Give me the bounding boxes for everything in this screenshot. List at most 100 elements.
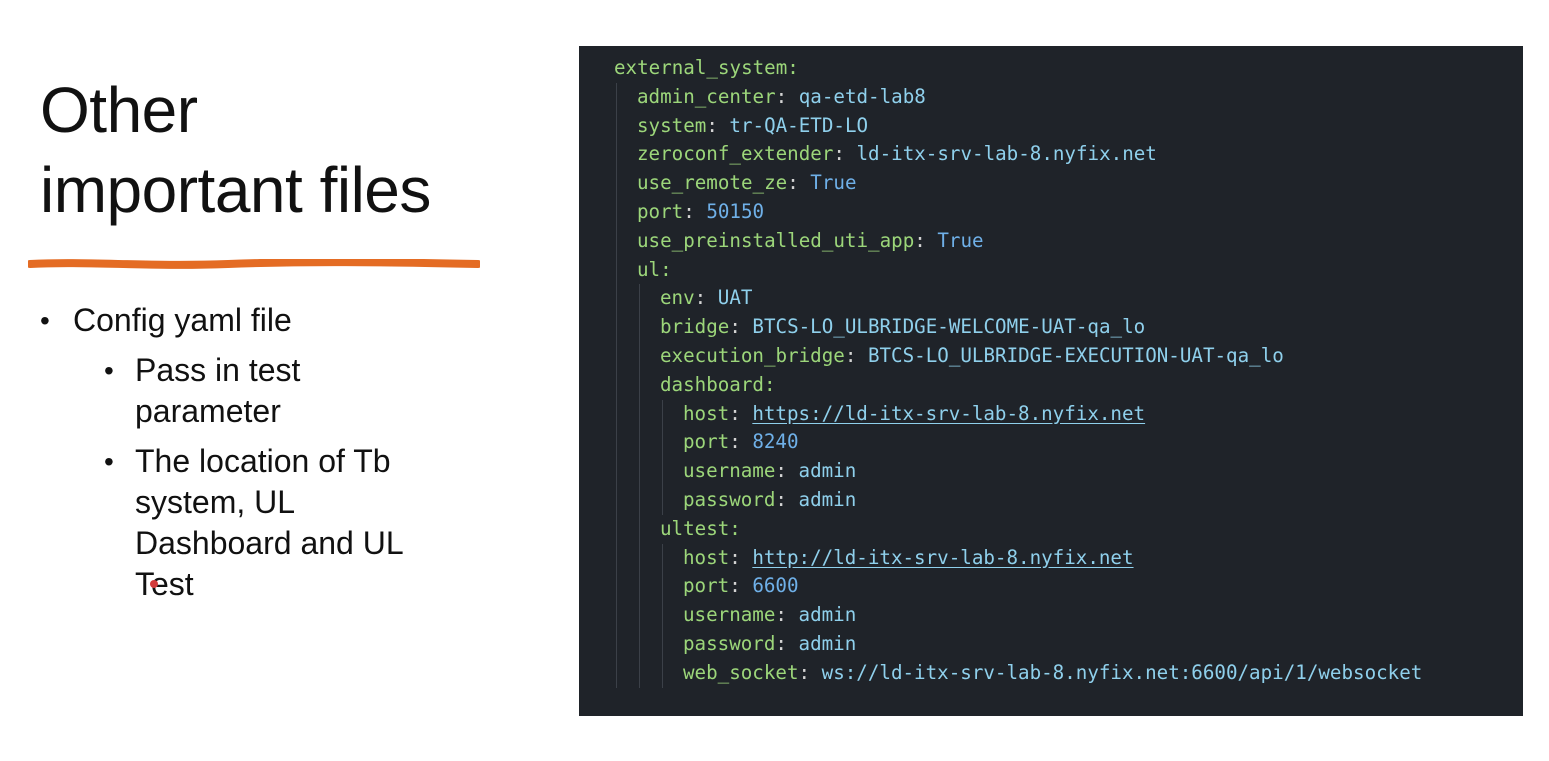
yaml-key: host <box>683 401 730 425</box>
sub-bullet-item: Pass in test parameter <box>104 350 480 432</box>
code-line: port: 6600 <box>683 572 799 601</box>
yaml-url-link[interactable]: https://ld-itx-srv-lab-8.nyfix.net <box>752 402 1145 425</box>
yaml-colon: : <box>729 401 753 425</box>
yaml-value: BTCS-LO_ULBRIDGE-WELCOME-UAT-qa_lo <box>752 315 1146 339</box>
yaml-colon: : <box>787 171 811 195</box>
indent-guide <box>639 284 640 688</box>
yaml-key: password <box>683 488 776 511</box>
code-line: admin_center: qa-etd-lab8 <box>637 83 926 112</box>
yaml-key: ultest: <box>660 516 741 540</box>
code-screenshot: external_system: admin_center: qa-etd-lab… <box>579 46 1523 716</box>
yaml-value: 8240 <box>752 430 799 454</box>
yaml-key: host <box>683 545 730 569</box>
sub-bullet-line: system, UL <box>135 484 296 520</box>
yaml-value: tr-QA-ETD-LO <box>729 113 869 137</box>
slide-title: Other important files <box>40 70 510 230</box>
yaml-colon: : <box>775 459 799 483</box>
yaml-colon: : <box>706 113 730 137</box>
code-line: system: tr-QA-ETD-LO <box>637 112 868 141</box>
code-line: host: https://ld-itx-srv-lab-8.nyfix.net <box>683 400 1145 429</box>
code-line: username: admin <box>683 457 856 486</box>
yaml-key: env <box>660 286 695 310</box>
yaml-key: external_system: <box>614 56 799 79</box>
code-line: ul: <box>637 256 672 285</box>
yaml-colon: : <box>683 200 707 223</box>
code-line: password: admin <box>683 630 856 659</box>
code-line: execution_bridge: BTCS-LO_ULBRIDGE-EXECU… <box>660 342 1284 371</box>
indent-guide <box>662 399 663 515</box>
yaml-colon: : <box>729 545 753 569</box>
indent-guide <box>616 82 617 688</box>
bullet-text: Config yaml file <box>73 302 292 338</box>
yaml-value: UAT <box>717 286 753 310</box>
code-line: web_socket: ws://ld-itx-srv-lab-8.nyfix.… <box>683 659 1422 688</box>
code-line: use_preinstalled_uti_app: True <box>637 227 984 256</box>
yaml-value: admin <box>798 488 857 511</box>
indent-guide <box>662 543 663 688</box>
yaml-value: ld-itx-srv-lab-8.nyfix.net <box>856 142 1157 166</box>
code-line: ultest: <box>660 515 741 544</box>
yaml-value: qa-etd-lab8 <box>798 84 926 108</box>
yaml-key: bridge <box>660 315 730 339</box>
laser-pointer-dot <box>150 580 158 588</box>
yaml-key: use_remote_ze <box>637 171 788 195</box>
yaml-value: admin <box>798 603 857 627</box>
yaml-colon: : <box>729 315 753 339</box>
yaml-value: True <box>810 171 857 195</box>
yaml-key: username <box>683 603 776 627</box>
yaml-key: web_socket <box>683 660 799 684</box>
yaml-key: password <box>683 632 776 655</box>
bullet-list: Config yaml file Pass in test parameter … <box>40 300 480 605</box>
yaml-colon: : <box>729 430 753 454</box>
yaml-colon: : <box>694 286 718 310</box>
yaml-key: port <box>637 200 684 223</box>
code-line: bridge: BTCS-LO_ULBRIDGE-WELCOME-UAT-qa_… <box>660 313 1145 342</box>
yaml-value: 6600 <box>752 574 799 598</box>
sub-bullet-line: Dashboard and UL <box>135 525 404 561</box>
sub-bullet-line: Pass in test <box>135 352 301 388</box>
yaml-colon: : <box>729 574 753 598</box>
yaml-colon: : <box>775 603 799 627</box>
yaml-colon: : <box>775 84 799 108</box>
sub-bullet-line: Test <box>135 566 194 602</box>
yaml-key: dashboard: <box>660 372 776 396</box>
code-line: port: 50150 <box>637 198 764 227</box>
bullet-item: Config yaml file <box>40 300 480 341</box>
yaml-colon: : <box>833 142 857 166</box>
yaml-colon: : <box>775 488 799 511</box>
yaml-value: BTCS-LO_ULBRIDGE-EXECUTION-UAT-qa_lo <box>867 344 1284 367</box>
yaml-value: True <box>937 228 984 252</box>
yaml-colon: : <box>775 632 799 655</box>
yaml-value: ws://ld-itx-srv-lab-8.nyfix.net:6600/api… <box>821 660 1423 684</box>
yaml-value: 50150 <box>706 200 765 223</box>
slide-title-line-1: Other <box>40 74 198 146</box>
yaml-value: admin <box>798 632 857 655</box>
yaml-key: username <box>683 459 776 483</box>
sub-bullet-line: The location of Tb <box>135 443 391 479</box>
yaml-key: admin_center <box>637 84 776 108</box>
code-line: username: admin <box>683 601 856 630</box>
code-line: zeroconf_extender: ld-itx-srv-lab-8.nyfi… <box>637 140 1157 169</box>
title-underline <box>28 259 480 269</box>
yaml-value: admin <box>798 459 857 483</box>
yaml-colon: : <box>798 660 822 684</box>
code-line: env: UAT <box>660 284 752 313</box>
yaml-url-link[interactable]: http://ld-itx-srv-lab-8.nyfix.net <box>752 546 1133 569</box>
sub-bullet-line: parameter <box>135 393 281 429</box>
yaml-colon: : <box>914 228 938 252</box>
yaml-key: zeroconf_extender <box>637 142 834 166</box>
code-line: external_system: <box>614 54 799 83</box>
yaml-colon: : <box>844 344 868 367</box>
sub-bullet-item: The location of Tb system, UL Dashboard … <box>104 441 480 605</box>
code-line: use_remote_ze: True <box>637 169 857 198</box>
yaml-key: execution_bridge <box>660 344 845 367</box>
yaml-key: use_preinstalled_uti_app <box>637 228 915 252</box>
yaml-key: port <box>683 574 730 598</box>
code-line: port: 8240 <box>683 428 799 457</box>
code-line: dashboard: <box>660 371 776 400</box>
code-line: host: http://ld-itx-srv-lab-8.nyfix.net <box>683 544 1134 573</box>
code-line: password: admin <box>683 486 856 515</box>
yaml-key: port <box>683 430 730 454</box>
yaml-key: system <box>637 113 707 137</box>
slide-title-line-2: important files <box>40 154 431 226</box>
